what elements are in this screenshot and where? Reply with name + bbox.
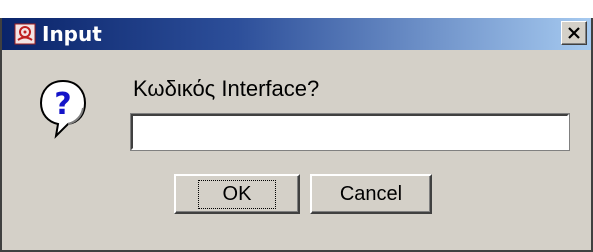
window-title: Input xyxy=(42,22,102,46)
java-app-icon xyxy=(14,23,36,45)
close-icon xyxy=(568,27,580,39)
ok-button-label: OK xyxy=(197,179,277,209)
question-icon: ? xyxy=(39,79,87,139)
cancel-button-label: Cancel xyxy=(339,182,403,205)
prompt-label: Κωδικός Interface? xyxy=(133,76,320,101)
svg-text:?: ? xyxy=(54,87,71,122)
interface-code-input[interactable] xyxy=(131,114,569,150)
input-dialog: Input ? Κωδικός Interface? OK Cancel xyxy=(0,18,593,252)
close-button[interactable] xyxy=(561,21,587,45)
ok-button[interactable]: OK xyxy=(174,174,300,214)
cancel-button[interactable]: Cancel xyxy=(310,174,432,214)
title-bar[interactable]: Input xyxy=(2,18,591,50)
